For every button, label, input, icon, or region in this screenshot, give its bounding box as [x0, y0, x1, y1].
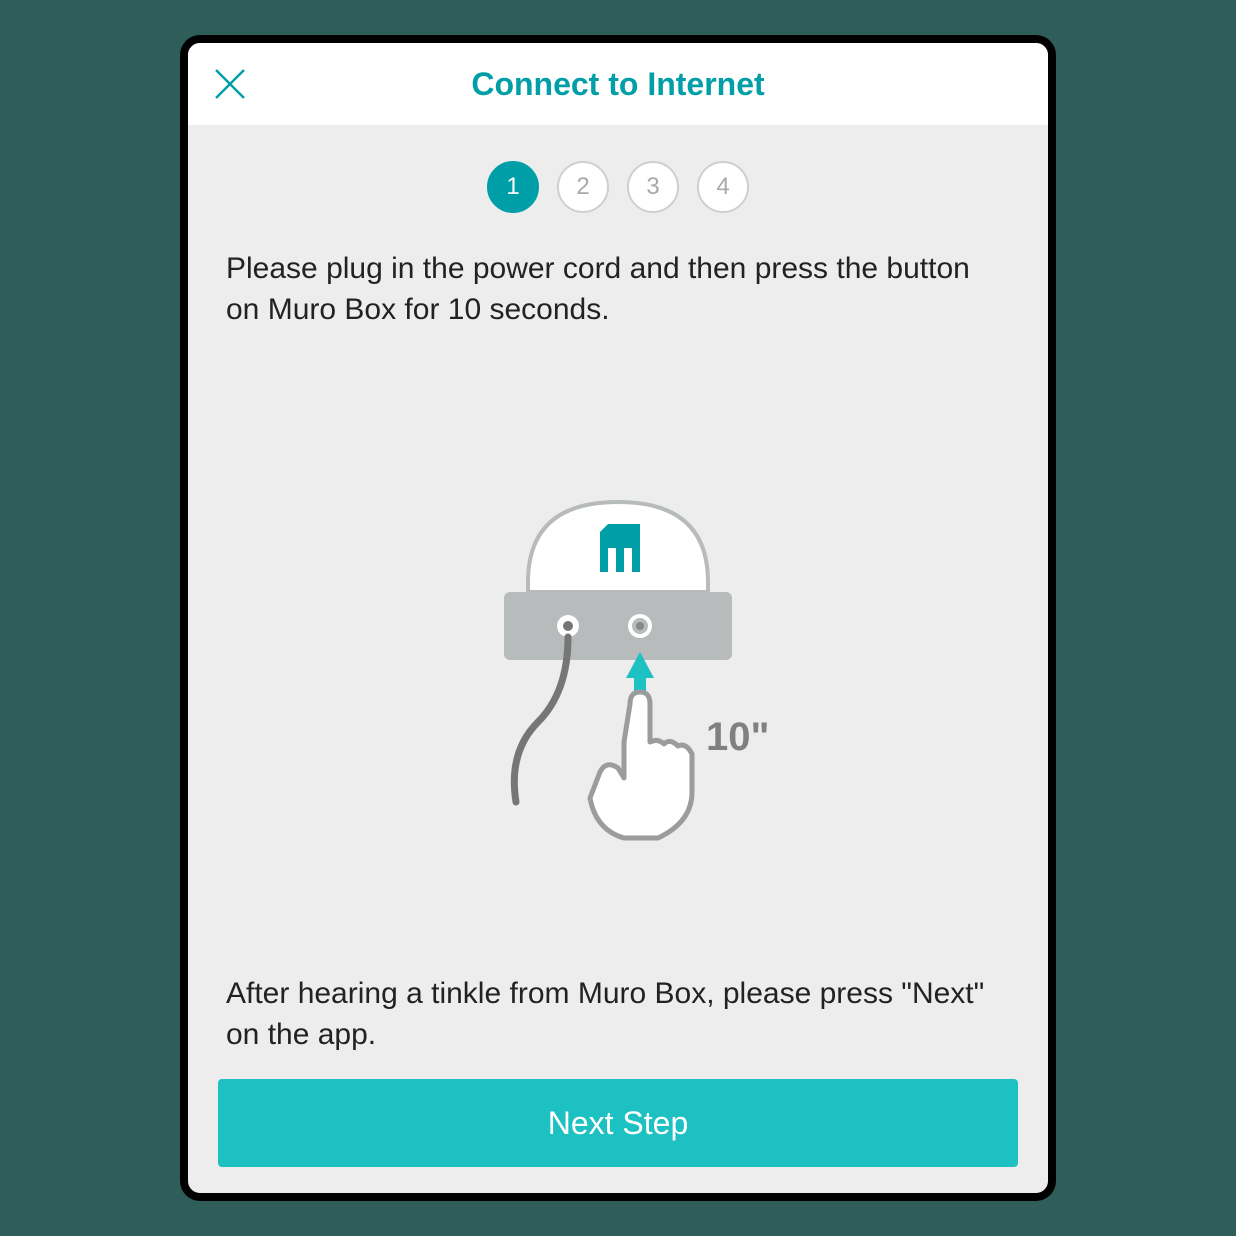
step-1: 1: [487, 161, 539, 213]
step-4: 4: [697, 161, 749, 213]
page-title: Connect to Internet: [471, 66, 764, 103]
instruction-top: Please plug in the power cord and then p…: [218, 249, 1018, 330]
device-illustration: 10": [218, 330, 1018, 974]
next-step-button[interactable]: Next Step: [218, 1079, 1018, 1167]
setup-screen: Connect to Internet 1 2 3 4 Please plug …: [182, 37, 1054, 1199]
step-3: 3: [627, 161, 679, 213]
instruction-bottom: After hearing a tinkle from Muro Box, pl…: [218, 974, 1018, 1055]
duration-label: 10": [706, 715, 769, 759]
close-button[interactable]: [212, 66, 248, 102]
device-illustration-svg: 10": [408, 442, 828, 862]
title-bar: Connect to Internet: [188, 43, 1048, 125]
content-area: 1 2 3 4 Please plug in the power cord an…: [188, 125, 1048, 1193]
step-indicator: 1 2 3 4: [218, 161, 1018, 213]
close-icon: [212, 66, 248, 102]
hand-icon: [590, 692, 692, 838]
step-2: 2: [557, 161, 609, 213]
muro-logo-icon: [600, 524, 640, 572]
